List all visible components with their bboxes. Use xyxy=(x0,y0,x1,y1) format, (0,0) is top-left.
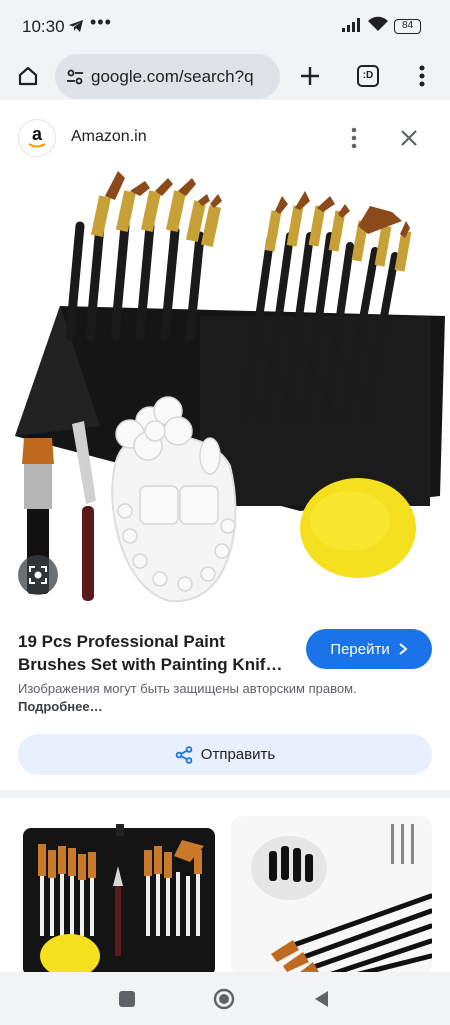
url-text[interactable]: google.com/search?q xyxy=(91,67,273,87)
product-image[interactable] xyxy=(0,166,450,610)
share-button[interactable]: Отправить xyxy=(18,734,432,775)
notification-dots-icon: ••• xyxy=(90,12,112,32)
visit-button[interactable]: Перейти xyxy=(306,629,432,669)
related-image-2[interactable] xyxy=(231,816,432,976)
copyright-text: Изображения могут быть защищены авторски… xyxy=(18,681,357,696)
related-image-1[interactable] xyxy=(18,816,220,976)
browser-toolbar: google.com/search?q :D xyxy=(0,52,450,100)
share-label: Отправить xyxy=(200,746,276,763)
plus-icon[interactable] xyxy=(296,62,324,90)
wifi-icon xyxy=(367,16,389,37)
close-icon[interactable] xyxy=(397,126,421,150)
site-settings-icon[interactable] xyxy=(65,67,85,92)
status-time: 10:30 xyxy=(22,17,65,36)
share-icon xyxy=(175,745,193,764)
battery-icon: 84 xyxy=(394,19,421,34)
home-nav-icon[interactable] xyxy=(213,988,235,1010)
telegram-icon xyxy=(68,19,84,38)
more-vert-icon[interactable] xyxy=(408,62,436,90)
system-nav-bar xyxy=(0,972,450,1025)
address-bar[interactable]: google.com/search?q xyxy=(55,54,280,99)
result-title-line-1[interactable]: 19 Pcs Professional Paint xyxy=(18,630,298,653)
chevron-right-icon xyxy=(399,643,408,655)
status-bar: 10:30 ••• 84 xyxy=(0,0,450,52)
site-favicon: a xyxy=(18,119,56,157)
section-divider xyxy=(0,790,450,798)
learn-more-link[interactable]: Подробнее… xyxy=(18,699,103,714)
copyright-notice: Изображения могут быть защищены авторски… xyxy=(18,680,433,716)
home-icon[interactable] xyxy=(14,62,42,90)
svg-text:a: a xyxy=(32,125,43,144)
result-title-line-2[interactable]: Brushes Set with Painting Knif… xyxy=(18,653,298,676)
back-icon[interactable] xyxy=(311,988,333,1010)
lens-icon[interactable] xyxy=(18,555,58,595)
visit-label: Перейти xyxy=(330,640,390,658)
recents-icon[interactable] xyxy=(116,988,138,1010)
result-header: a Amazon.in xyxy=(0,108,450,166)
signal-icon xyxy=(342,18,362,37)
site-name[interactable]: Amazon.in xyxy=(71,128,147,146)
more-options-icon[interactable] xyxy=(343,126,365,150)
result-title[interactable]: 19 Pcs Professional Paint Brushes Set wi… xyxy=(18,630,298,676)
tab-switcher-button[interactable]: :D xyxy=(357,65,379,87)
